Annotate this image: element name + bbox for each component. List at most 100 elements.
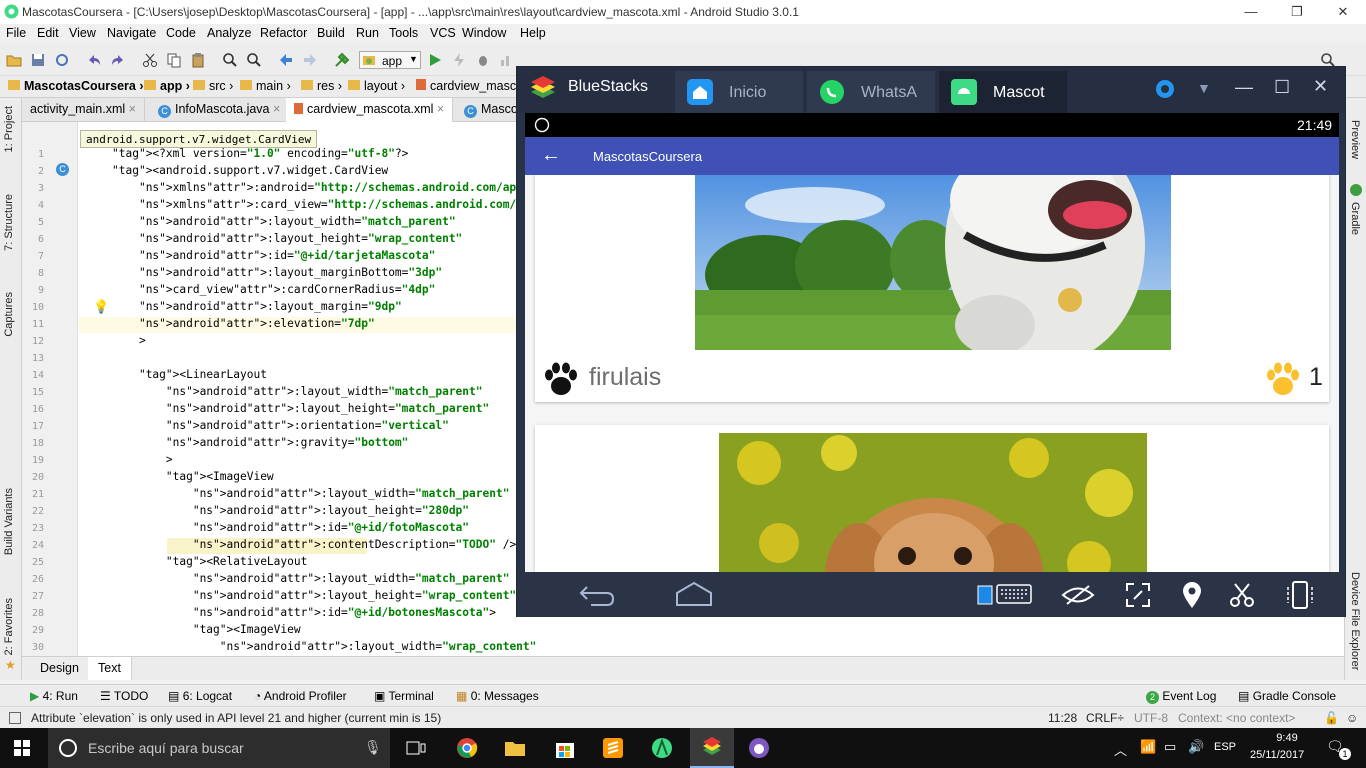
run-config-select[interactable]: app ▼	[359, 51, 421, 69]
tool-tab-structure[interactable]: 7: Structure	[3, 194, 15, 251]
apply-changes-icon[interactable]	[451, 52, 467, 68]
menu-build[interactable]: Build	[317, 26, 345, 40]
code-line[interactable]: "ns">android"attr">:layout_marginBottom=…	[112, 266, 442, 279]
keyboard-icon[interactable]	[977, 583, 1033, 605]
code-line[interactable]: "ns">android"attr">:gravity="bottom"	[112, 436, 409, 449]
code-line[interactable]: "ns">android"attr">:layout_height="match…	[112, 402, 489, 415]
scissors-icon[interactable]	[1229, 582, 1255, 608]
location-icon[interactable]	[1181, 581, 1203, 609]
tray-chevron-icon[interactable]: ︿	[1114, 740, 1127, 759]
menu-view[interactable]: View	[69, 26, 96, 40]
tool-tab-favorites[interactable]: 2: Favorites	[3, 598, 15, 655]
task-view-icon[interactable]	[406, 740, 426, 756]
pet-card[interactable]: firulais 1	[535, 175, 1329, 402]
clock-date[interactable]: 25/11/2017	[1250, 749, 1304, 761]
bluestacks-taskbar-button[interactable]	[690, 728, 734, 768]
breadcrumb-app[interactable]: app ›	[144, 79, 190, 93]
tool-tab-preview[interactable]: Preview	[1349, 120, 1361, 159]
tool-tab-captures[interactable]: Captures	[3, 292, 15, 337]
replace-icon[interactable]	[246, 52, 262, 68]
tab-text[interactable]: Text	[88, 657, 132, 680]
open-folder-icon[interactable]	[6, 52, 22, 68]
copy-icon[interactable]	[166, 52, 182, 68]
tool-windows-toggle-icon[interactable]	[9, 712, 21, 724]
forward-arrow-icon[interactable]	[302, 52, 318, 68]
menu-tools[interactable]: Tools	[389, 26, 418, 40]
tab-activity-main[interactable]: activity_main.xml ×	[22, 98, 145, 122]
battery-icon[interactable]: ▭	[1164, 739, 1176, 755]
code-line[interactable]: "ns">android"attr">:id="@+id/botonesMasc…	[112, 606, 496, 619]
find-icon[interactable]	[222, 52, 238, 68]
code-line[interactable]: "ns">android"attr">:layout_height="wrap_…	[112, 232, 462, 245]
code-line[interactable]: "ns">android"attr">:layout_height="280dp…	[112, 504, 469, 517]
intention-bulb-icon[interactable]: 💡	[93, 299, 109, 315]
code-line[interactable]: "ns">android"attr">:layout_width="match_…	[112, 572, 510, 585]
tool-todo[interactable]: ☰ TODO	[100, 689, 148, 703]
restore-button[interactable]: ❐	[1274, 0, 1320, 24]
code-line[interactable]: >	[112, 453, 173, 466]
volume-icon[interactable]: 🔊	[1188, 739, 1204, 755]
menu-edit[interactable]: Edit	[37, 26, 59, 40]
windows-start-icon[interactable]	[14, 740, 30, 756]
bs-minimize-icon[interactable]: —	[1235, 77, 1253, 98]
context-indicator[interactable]: Context: <no context>	[1178, 711, 1295, 725]
caret-position[interactable]: 11:28	[1048, 711, 1077, 725]
tool-logcat[interactable]: ▤ 6: Logcat	[168, 689, 232, 703]
breadcrumb-main[interactable]: main ›	[240, 79, 291, 93]
tool-messages[interactable]: ▦ 0: Messages	[456, 689, 539, 703]
tool-event-log[interactable]: 2 Event Log	[1146, 689, 1216, 704]
bs-tab-whatsapp[interactable]: WhatsA	[807, 71, 935, 113]
cut-icon[interactable]	[142, 52, 158, 68]
tab-cardview-mascota[interactable]: cardview_mascota.xml ×	[286, 98, 454, 122]
paste-icon[interactable]	[190, 52, 206, 68]
visibility-off-icon[interactable]	[1061, 584, 1095, 606]
breadcrumb-src[interactable]: src ›	[193, 79, 233, 93]
code-line[interactable]: "ns">android"attr">:layout_width="match_…	[112, 215, 456, 228]
menu-help[interactable]: Help	[520, 26, 546, 40]
code-line[interactable]: "ns">android"attr">:layout_width="match_…	[112, 385, 483, 398]
breadcrumb-layout[interactable]: layout ›	[348, 79, 405, 93]
code-line[interactable]: "tag"><ImageView	[112, 470, 274, 483]
code-line[interactable]: "ns">android"attr">:id="@+id/tarjetaMasc…	[112, 249, 435, 262]
menu-refactor[interactable]: Refactor	[260, 26, 307, 40]
pet-card[interactable]	[535, 425, 1329, 572]
like-paw-icon[interactable]	[1263, 359, 1303, 399]
code-line[interactable]: "ns">android"attr">:layout_margin="9dp"	[112, 300, 402, 313]
code-line[interactable]: "tag"><RelativeLayout	[112, 555, 307, 568]
bs-maximize-icon[interactable]: ☐	[1274, 77, 1290, 98]
inspector-icon[interactable]: ☺	[1346, 711, 1358, 725]
pet-list[interactable]: firulais 1	[525, 175, 1339, 572]
code-line[interactable]: "ns">android"attr">:elevation="7dp"	[112, 317, 375, 330]
tool-tab-build-variants[interactable]: Build Variants	[3, 488, 15, 555]
tool-tab-project[interactable]: 1: Project	[3, 106, 15, 152]
file-encoding[interactable]: UTF-8	[1134, 711, 1168, 725]
menu-code[interactable]: Code	[166, 26, 196, 40]
close-button[interactable]: ✕	[1320, 0, 1366, 24]
tab-infomascota[interactable]: C InfoMascota.java ×	[150, 98, 290, 122]
class-marker-icon[interactable]: C	[56, 163, 69, 176]
code-line[interactable]: "tag"><?xml version="1.0" encoding="utf-…	[112, 147, 408, 160]
code-line[interactable]: "ns">android"attr">:contentDescription="…	[112, 538, 516, 551]
breadcrumb-project[interactable]: MascotasCoursera ›	[8, 79, 144, 93]
tool-tab-device-file-explorer[interactable]: Device File Explorer	[1349, 572, 1361, 670]
bs-camera-icon[interactable]	[1155, 79, 1175, 99]
menu-run[interactable]: Run	[356, 26, 379, 40]
android-home-icon[interactable]	[675, 581, 713, 607]
code-line[interactable]: "ns">android"attr">:layout_height="wrap_…	[112, 589, 516, 602]
language-indicator[interactable]: ESP	[1214, 741, 1236, 753]
line-separator[interactable]: CRLF÷	[1086, 711, 1124, 725]
code-line[interactable]: "ns">android"attr">:layout_width="wrap_c…	[112, 640, 537, 653]
chrome-icon[interactable]	[456, 737, 478, 759]
menu-window[interactable]: Window	[462, 26, 506, 40]
code-line[interactable]: "ns">android"attr">:id="@+id/fotoMascota…	[112, 521, 469, 534]
bs-tab-inicio[interactable]: Inicio	[675, 71, 803, 113]
bs-close-icon[interactable]: ✕	[1313, 76, 1328, 97]
code-line[interactable]: "tag"><LinearLayout	[112, 368, 267, 381]
make-project-icon[interactable]	[334, 52, 350, 68]
tool-android-profiler[interactable]: ◔ Android Profiler	[254, 689, 347, 703]
tool-terminal[interactable]: ▣ Terminal	[374, 689, 434, 703]
profile-icon[interactable]	[499, 52, 515, 68]
menu-analyze[interactable]: Analyze	[207, 26, 251, 40]
tool-tab-gradle[interactable]: Gradle	[1349, 202, 1361, 235]
code-line[interactable]: "ns">android"attr">:orientation="vertica…	[112, 419, 449, 432]
